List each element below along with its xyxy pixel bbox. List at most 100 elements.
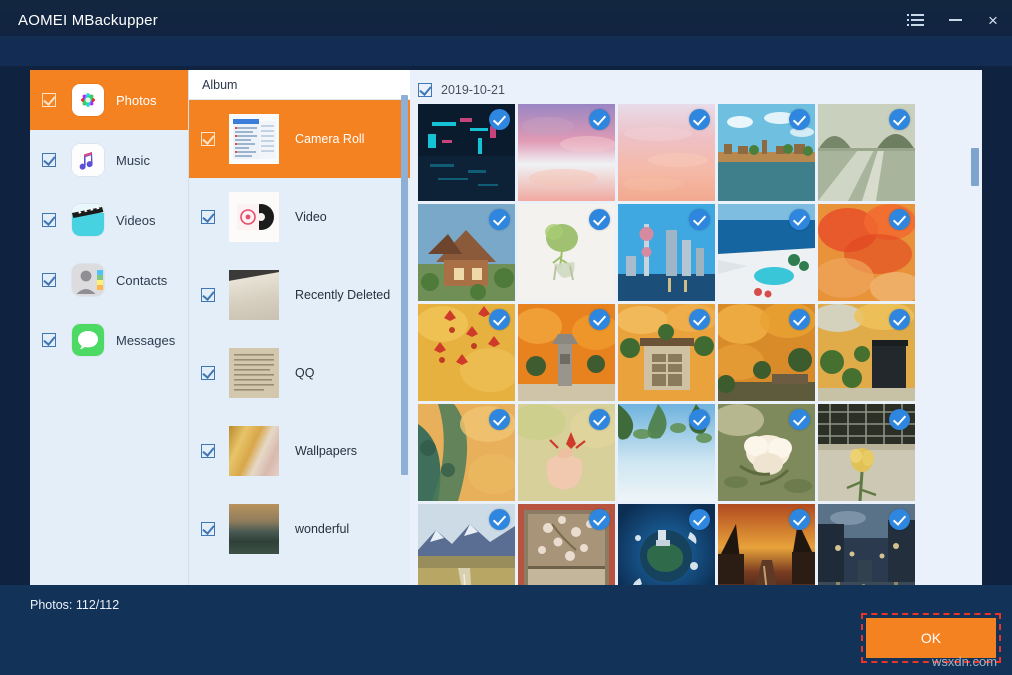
photo-checked-badge[interactable] [689,509,710,530]
album-item-camera-roll[interactable]: Camera Roll [189,100,410,178]
title-bar: AOMEI MBackupper × [0,0,1012,40]
album-item-qq[interactable]: QQ [189,334,410,412]
album-wonderful-checkbox[interactable] [201,522,215,536]
photo-checked-badge[interactable] [889,109,910,130]
photo-thumbnail[interactable] [618,304,715,401]
photo-checked-badge[interactable] [689,209,710,230]
photo-thumbnail[interactable] [818,404,915,501]
minimize-button[interactable] [936,0,974,40]
photo-checked-badge[interactable] [689,109,710,130]
sidebar-item-photos[interactable]: Photos [30,70,188,130]
photo-checked-badge[interactable] [489,109,510,130]
photo-checked-badge[interactable] [789,509,810,530]
photo-thumbnail[interactable] [518,204,615,301]
photo-checked-badge[interactable] [589,509,610,530]
photo-checked-badge[interactable] [789,309,810,330]
messages-app-icon [72,324,104,356]
photo-thumbnail[interactable] [718,304,815,401]
photo-thumbnail[interactable] [518,504,615,585]
menu-list-button[interactable] [898,0,936,40]
date-group-checkbox[interactable] [418,83,432,97]
photo-checked-badge[interactable] [889,209,910,230]
sidebar-item-messages[interactable]: Messages [30,310,188,370]
photo-thumbnail[interactable]: 2018 [718,504,815,585]
album-item-label: Video [295,210,327,224]
album-item-wallpapers[interactable]: Wallpapers [189,412,410,490]
photo-checked-badge[interactable] [789,209,810,230]
photo-thumbnail[interactable] [518,404,615,501]
album-thumbnail [229,426,279,476]
photo-thumbnail[interactable] [418,104,515,201]
photo-thumbnail[interactable] [618,404,715,501]
photo-thumbnail[interactable] [718,204,815,301]
album-item-video[interactable]: Video [189,178,410,256]
album-thumbnail [229,114,279,164]
photo-checked-badge[interactable] [889,409,910,430]
photo-thumbnail[interactable] [718,404,815,501]
photo-thumbnail[interactable] [418,504,515,585]
close-button[interactable]: × [974,0,1012,40]
photo-thumbnail[interactable] [818,504,915,585]
photo-grid-scrollbar[interactable] [971,148,979,186]
photo-checked-badge[interactable] [589,209,610,230]
sidebar-videos-checkbox[interactable] [42,213,56,227]
photo-checked-badge[interactable] [489,309,510,330]
album-recently-deleted-checkbox[interactable] [201,288,215,302]
album-item-recently-deleted[interactable]: Recently Deleted [189,256,410,334]
album-thumbnail [229,348,279,398]
photo-thumbnail[interactable] [618,204,715,301]
photo-checked-badge[interactable] [489,509,510,530]
app-title: AOMEI MBackupper [18,12,158,29]
photo-checked-badge[interactable] [789,109,810,130]
photo-thumbnail[interactable] [818,104,915,201]
photo-thumbnail[interactable] [818,304,915,401]
sidebar-photos-checkbox[interactable] [42,93,56,107]
date-group-header: 2019-10-21 [410,76,982,104]
photo-checked-badge[interactable] [689,409,710,430]
photo-panel: 2019-10-21 [410,70,982,585]
photo-thumbnail[interactable] [418,304,515,401]
ok-button[interactable]: OK [866,618,996,658]
photo-count-status: Photos: 112/112 [30,598,119,612]
album-column-header: Album [189,70,410,100]
album-qq-checkbox[interactable] [201,366,215,380]
photo-checked-badge[interactable] [589,109,610,130]
sidebar-item-videos[interactable]: Videos [30,190,188,250]
photo-checked-badge[interactable] [589,309,610,330]
date-group-label: 2019-10-21 [441,83,505,97]
album-camera-roll-checkbox[interactable] [201,132,215,146]
photo-thumbnail[interactable] [418,204,515,301]
album-wallpapers-checkbox[interactable] [201,444,215,458]
photo-thumbnail[interactable] [518,104,615,201]
sidebar-music-checkbox[interactable] [42,153,56,167]
album-item-wonderful[interactable]: wonderful [189,490,410,568]
photo-checked-badge[interactable] [789,409,810,430]
photo-checked-badge[interactable] [589,409,610,430]
photo-thumbnail[interactable] [518,304,615,401]
photo-thumbnail[interactable] [618,104,715,201]
minimize-icon [949,19,962,21]
album-column: Album [188,70,410,585]
sidebar-item-label: Messages [116,333,175,348]
photo-thumbnail[interactable] [718,104,815,201]
photo-thumbnail[interactable] [618,504,715,585]
photo-checked-badge[interactable] [889,509,910,530]
album-item-label: Wallpapers [295,444,357,458]
album-list: Camera Roll [189,100,410,585]
sidebar-contacts-checkbox[interactable] [42,273,56,287]
album-item-label: Recently Deleted [295,288,390,302]
album-item-label: wonderful [295,522,349,536]
album-thumbnail [229,192,279,242]
photo-checked-badge[interactable] [489,409,510,430]
sidebar: Photos Music Videos [30,70,188,585]
sidebar-item-contacts[interactable]: Contacts [30,250,188,310]
photo-thumbnail[interactable] [418,404,515,501]
sidebar-item-music[interactable]: Music [30,130,188,190]
photo-checked-badge[interactable] [889,309,910,330]
photo-thumbnail[interactable] [818,204,915,301]
photo-checked-badge[interactable] [489,209,510,230]
album-video-checkbox[interactable] [201,210,215,224]
photo-checked-badge[interactable] [689,309,710,330]
sidebar-messages-checkbox[interactable] [42,333,56,347]
album-scrollbar[interactable] [401,95,408,475]
